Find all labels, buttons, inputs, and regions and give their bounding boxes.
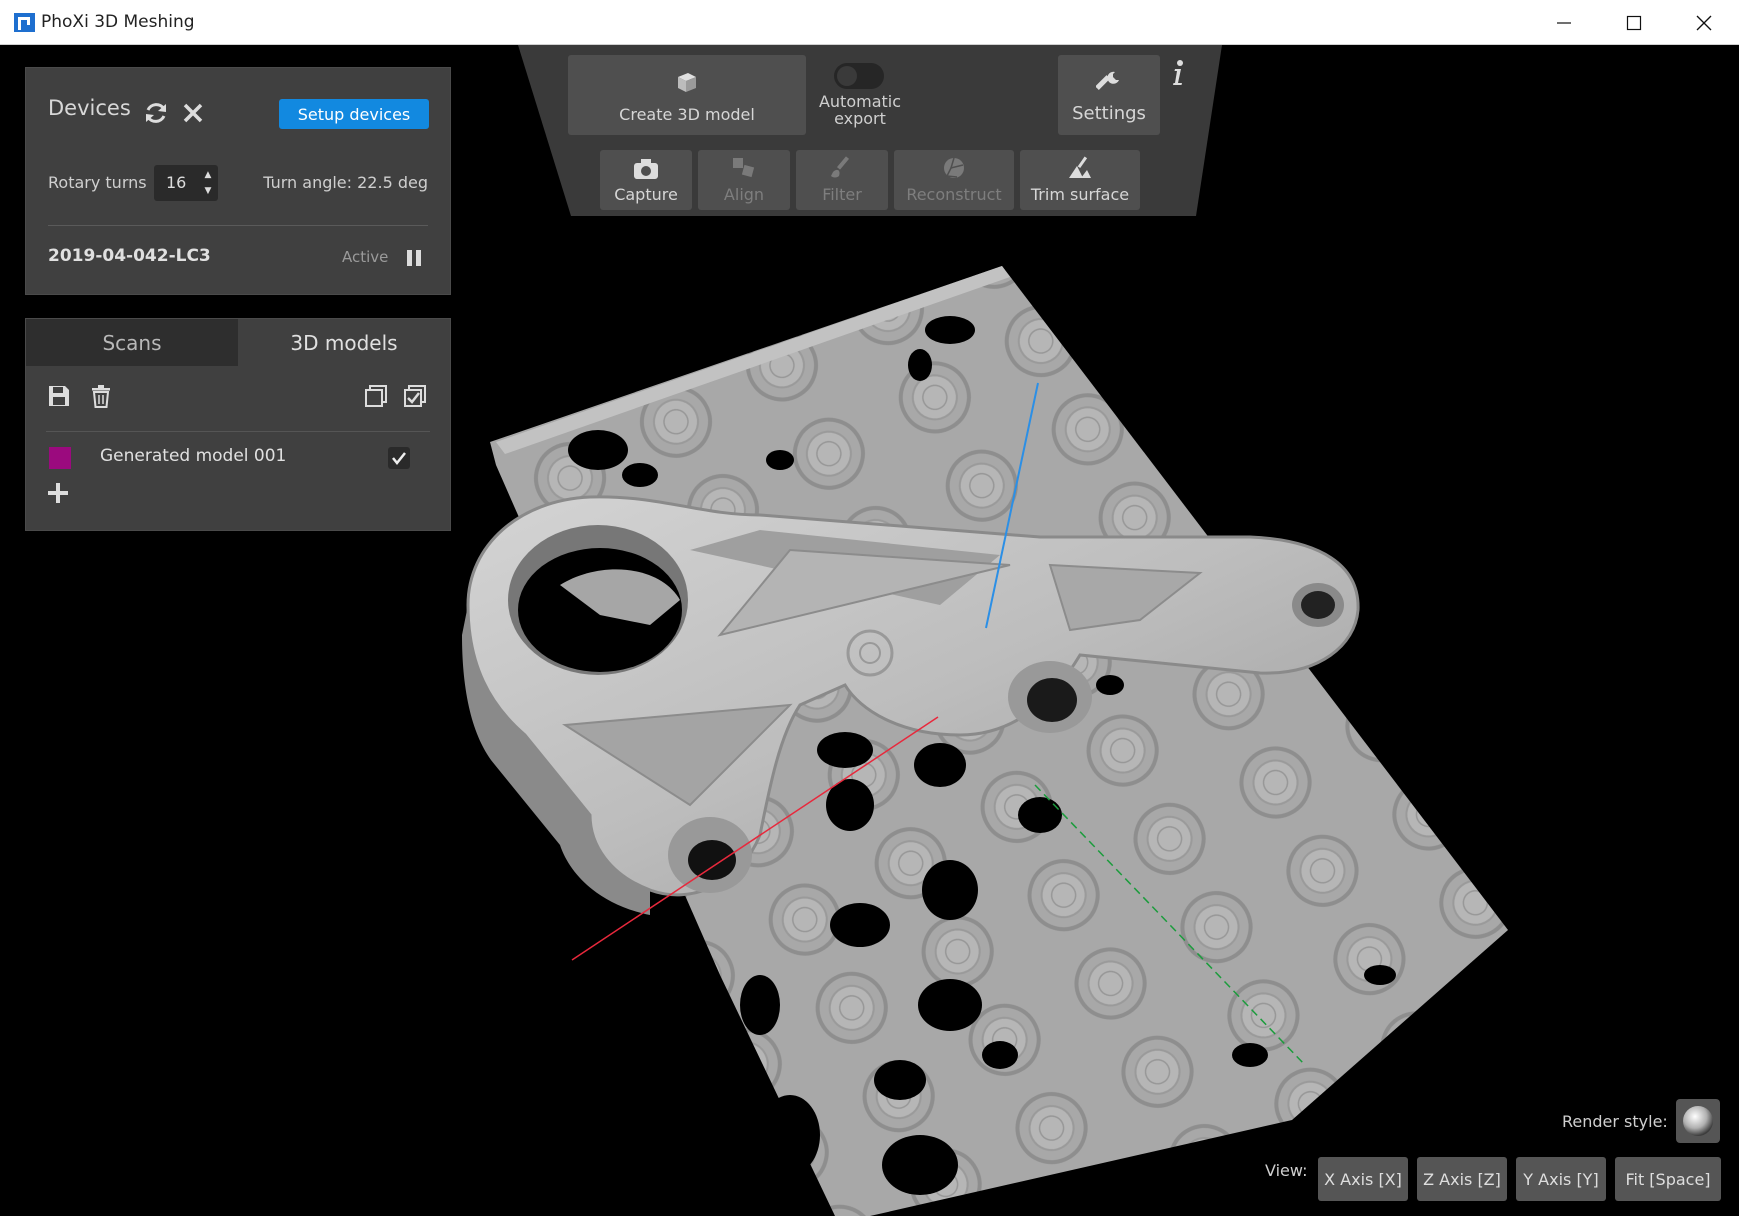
turn-angle-text: Turn angle: 22.5 deg [263,173,428,192]
device-id: 2019-04-042-LC3 [48,246,211,266]
close-icon [183,103,203,123]
minimize-icon [1557,21,1571,24]
camera-icon [634,159,658,179]
align-label: Align [723,185,765,204]
close-window-button[interactable] [1669,0,1739,45]
stepper-up-icon[interactable]: ▲ [205,169,212,181]
render-style-label: Render style: [1562,1112,1668,1131]
devices-title: Devices [48,96,131,120]
delete-button[interactable] [88,383,114,409]
refresh-devices-button[interactable] [141,98,171,128]
device-status: Active [342,248,389,266]
info-icon [1173,60,1183,85]
capture-label: Capture [614,185,678,204]
refresh-icon [146,103,166,123]
align-button[interactable]: Align [698,150,790,210]
deselect-all-button[interactable] [363,383,389,409]
sphere-icon [1683,1106,1713,1136]
tab-3d-models[interactable]: 3D models [238,319,450,366]
maximize-icon [1626,15,1642,30]
setup-devices-button[interactable]: Setup devices [279,99,429,129]
rotary-turns-value: 16 [166,173,187,192]
filter-label: Filter [822,185,862,204]
models-panel: Scans 3D models Generated model 001 [25,318,451,531]
select-all-button[interactable] [402,383,428,409]
devices-panel: Devices Setup devices Rotary turns 16 ▲ … [25,67,451,295]
model-name[interactable]: Generated model 001 [100,446,286,466]
capture-button[interactable]: Capture [600,150,692,210]
trim-surface-button[interactable]: Trim surface [1020,150,1140,210]
settings-label: Settings [1072,103,1146,124]
trim-icon [1069,156,1091,178]
model-visibility-checkbox[interactable] [388,447,410,469]
toggle-knob [837,66,857,86]
reconstruct-label: Reconstruct [906,185,1002,204]
wrench-icon [1096,71,1119,90]
pause-icon[interactable] [407,250,421,266]
rotary-turns-stepper[interactable]: 16 ▲ ▼ [154,165,218,201]
x-axis-view-button[interactable]: X Axis [X] [1318,1157,1408,1201]
cube-icon [678,73,696,92]
info-button[interactable] [1171,59,1185,87]
fit-view-button[interactable]: Fit [Space] [1615,1157,1721,1201]
copy-icon [365,385,387,407]
tab-scans[interactable]: Scans [26,319,238,366]
align-icon [733,158,755,178]
select-all-icon [404,385,426,407]
window-title: PhoXi 3D Meshing [41,12,195,32]
render-style-button[interactable] [1676,1099,1720,1143]
view-label: View: [1265,1161,1308,1180]
minimize-button[interactable] [1529,0,1599,45]
automatic-export-label: Automatic export [818,92,902,128]
rotary-turns-label: Rotary turns [48,173,147,192]
automatic-export-toggle[interactable] [834,63,884,89]
divider [46,431,430,432]
plus-icon [48,483,68,503]
z-axis-view-button[interactable]: Z Axis [Z] [1417,1157,1507,1201]
add-model-button[interactable] [46,481,70,505]
maximize-button[interactable] [1599,0,1669,45]
delete-icon [92,385,110,408]
save-icon [49,386,69,406]
app-logo-icon [14,13,35,32]
trim-surface-label: Trim surface [1030,185,1130,204]
checkmark-icon [392,452,406,466]
y-axis-view-button[interactable]: Y Axis [Y] [1516,1157,1606,1201]
filter-button[interactable]: Filter [796,150,888,210]
brush-icon [831,156,850,178]
create-3d-model-button[interactable]: Create 3D model [568,55,806,135]
3d-viewport[interactable]: Devices Setup devices Rotary turns 16 ▲ … [0,45,1739,1216]
create-3d-model-label: Create 3D model [619,105,755,124]
remove-device-button[interactable] [178,98,208,128]
stepper-down-icon[interactable]: ▼ [205,185,212,197]
reconstruct-button[interactable]: Reconstruct [894,150,1014,210]
divider [48,225,428,226]
main-toolbar: Create 3D model Automatic export Setting… [518,45,1222,216]
title-bar: PhoXi 3D Meshing [0,0,1739,45]
reconstruct-icon [944,157,964,178]
models-tabs: Scans 3D models [26,319,450,366]
close-icon [1696,15,1712,30]
settings-button[interactable]: Settings [1058,55,1160,135]
model-color-swatch[interactable] [49,447,71,469]
save-button[interactable] [46,383,72,409]
